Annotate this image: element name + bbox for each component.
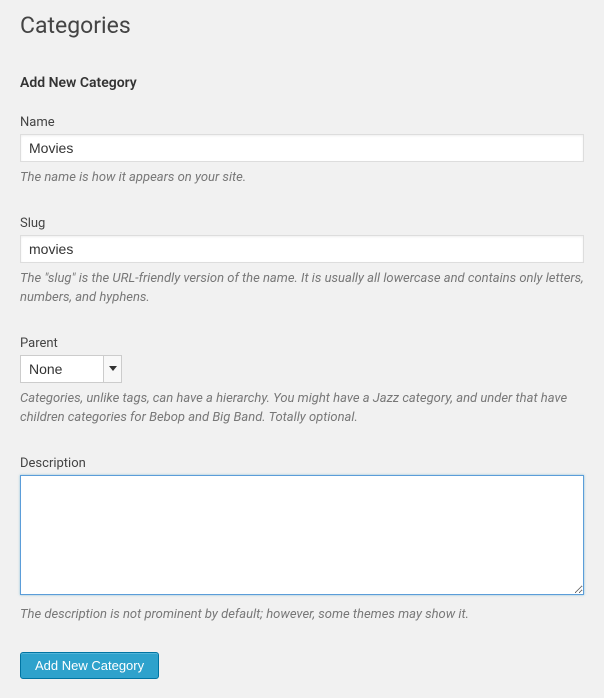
page-title: Categories (20, 12, 584, 39)
name-input[interactable] (20, 134, 584, 162)
parent-label: Parent (20, 336, 584, 351)
name-field-group: Name The name is how it appears on your … (20, 115, 584, 188)
slug-field-group: Slug The "slug" is the URL-friendly vers… (20, 216, 584, 308)
parent-help: Categories, unlike tags, can have a hier… (20, 389, 584, 428)
parent-select-wrapper: None (20, 355, 122, 383)
name-label: Name (20, 115, 584, 130)
description-field-group: Description The description is not promi… (20, 456, 584, 625)
parent-field-group: Parent None Categories, unlike tags, can… (20, 336, 584, 428)
section-heading: Add New Category (20, 75, 584, 91)
slug-help: The "slug" is the URL-friendly version o… (20, 269, 584, 308)
description-label: Description (20, 456, 584, 471)
slug-label: Slug (20, 216, 584, 231)
parent-select[interactable]: None (21, 356, 121, 382)
add-category-button[interactable]: Add New Category (20, 652, 159, 679)
name-help: The name is how it appears on your site. (20, 168, 584, 188)
description-help: The description is not prominent by defa… (20, 605, 584, 625)
description-textarea[interactable] (20, 475, 584, 595)
slug-input[interactable] (20, 235, 584, 263)
